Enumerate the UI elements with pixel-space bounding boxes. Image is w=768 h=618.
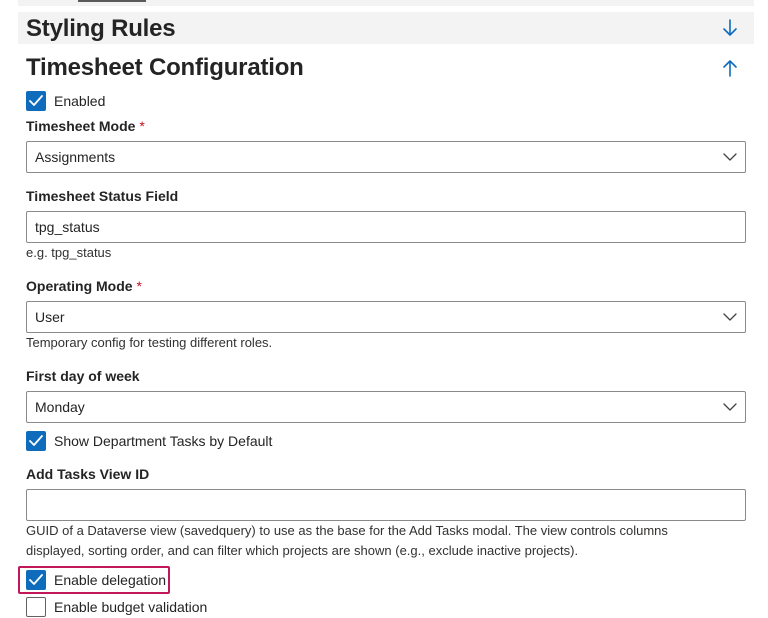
enable-budget-validation-checkbox[interactable] [26,597,46,617]
show-department-tasks-checkbox[interactable] [26,431,46,451]
timesheet-mode-label-text: Timesheet Mode [26,118,136,134]
chevron-down-icon [723,403,737,411]
operating-mode-label-text: Operating Mode [26,278,133,294]
show-department-tasks-label: Show Department Tasks by Default [54,433,273,449]
add-tasks-view-id-input[interactable] [26,489,746,521]
arrow-up-icon[interactable] [718,56,742,80]
chevron-down-icon [723,153,737,161]
section-title-styling-rules: Styling Rules [26,15,176,42]
enabled-label: Enabled [54,93,106,109]
enable-budget-validation-label: Enable budget validation [54,599,208,615]
checkmark-icon [29,435,43,446]
previous-section-strip [18,0,754,6]
enable-delegation-checkbox[interactable] [26,570,46,590]
previous-section-fragment [78,0,146,2]
operating-mode-dropdown[interactable]: User [26,301,746,333]
chevron-down-icon [723,313,737,321]
timesheet-status-field-label: Timesheet Status Field [26,188,179,204]
operating-mode-label: Operating Mode * [26,278,142,294]
timesheet-mode-dropdown[interactable]: Assignments [26,141,746,173]
operating-mode-hint: Temporary config for testing different r… [26,335,273,350]
enable-delegation-label: Enable delegation [54,572,167,588]
section-title-timesheet-configuration: Timesheet Configuration [26,54,304,81]
timesheet-mode-value: Assignments [35,149,116,165]
first-day-of-week-label: First day of week [26,368,140,384]
operating-mode-value: User [35,309,65,325]
add-tasks-view-id-label: Add Tasks View ID [26,466,150,482]
first-day-of-week-value: Monday [35,399,85,415]
timesheet-mode-label: Timesheet Mode * [26,118,145,134]
arrow-down-icon[interactable] [718,16,742,40]
checkmark-icon [29,574,43,585]
timesheet-status-field-input[interactable]: tpg_status [26,211,746,243]
timesheet-status-field-value: tpg_status [35,219,100,235]
timesheet-status-field-hint: e.g. tpg_status [26,245,112,260]
first-day-of-week-dropdown[interactable]: Monday [26,391,746,423]
enabled-checkbox[interactable] [26,91,46,111]
add-tasks-view-id-hint-line2: displayed, sorting order, and can filter… [26,543,579,558]
required-marker: * [139,118,145,134]
styling-rules-header[interactable]: Styling Rules [18,12,754,44]
checkmark-icon [29,95,43,106]
required-marker: * [136,278,142,294]
add-tasks-view-id-hint-line1: GUID of a Dataverse view (savedquery) to… [26,523,668,538]
